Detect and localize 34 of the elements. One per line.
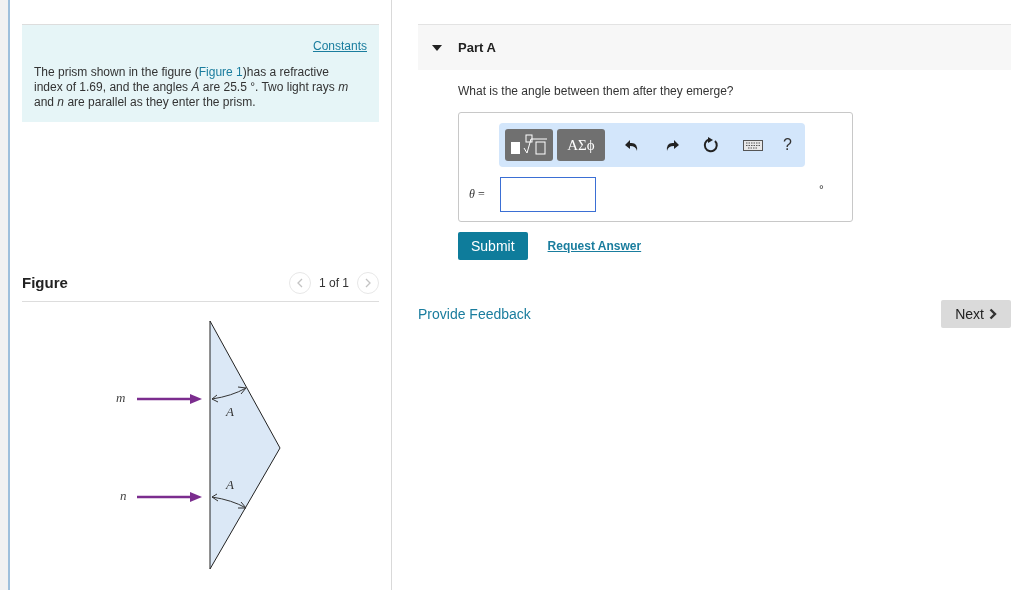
next-button[interactable]: Next (941, 300, 1011, 328)
angle-label: A (226, 476, 234, 492)
angle-arc (211, 493, 247, 508)
feedback-link[interactable]: Provide Feedback (418, 303, 531, 325)
part-header[interactable]: Part A (418, 24, 1011, 70)
ray-label: n (120, 487, 127, 503)
ray-arrow (137, 491, 202, 502)
page-counter: 1 of 1 (318, 275, 349, 293)
unit-label: ° (819, 182, 824, 199)
undo-icon[interactable] (625, 138, 639, 152)
question-text: What is the angle between them after they emerge? (458, 83, 735, 100)
help-button[interactable]: ? (781, 133, 794, 157)
figure-title: Figure (22, 273, 68, 293)
greek-button[interactable]: ΑΣϕ (557, 129, 605, 161)
answer-label: θ = (469, 186, 485, 203)
chevron-right-icon (364, 278, 372, 289)
keyboard-icon[interactable] (743, 139, 763, 151)
request-answer-link[interactable]: Request Answer (547, 237, 642, 255)
submit-button[interactable]: Submit (458, 232, 528, 260)
template-button[interactable] (505, 129, 553, 161)
answer-field[interactable] (500, 177, 596, 212)
chevron-left-icon (295, 278, 304, 289)
angle-arc (211, 386, 247, 402)
figure-link[interactable]: Figure 1 (198, 65, 243, 79)
redo-icon[interactable] (665, 138, 679, 152)
part-title: Part A (458, 38, 496, 57)
fraction-root-icon (509, 134, 549, 156)
constants-link[interactable]: Constants (312, 37, 367, 55)
problem-text: The prism shown in the figure (Figure 1)has a refractive index of 1.69, and the angles A are 25.5 °. Two light rays m and n are parallel as they enter the prism. (34, 65, 350, 110)
ray-label: m (116, 389, 126, 405)
reset-icon[interactable] (703, 137, 719, 153)
angle-label: A (226, 403, 234, 419)
chevron-right-icon (989, 308, 997, 320)
ray-arrow (137, 393, 202, 404)
